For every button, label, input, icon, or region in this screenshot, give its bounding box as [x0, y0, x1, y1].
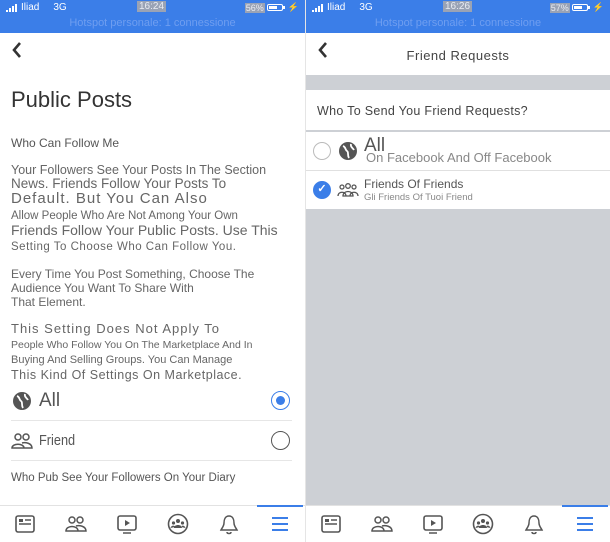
signal-icon	[6, 3, 17, 12]
tab-watch[interactable]	[408, 506, 458, 542]
friends-icon	[371, 516, 393, 532]
radio-unselected[interactable]	[271, 431, 290, 450]
clock: 16:26	[443, 1, 473, 12]
battery-icon	[266, 4, 285, 11]
network-type: 3G	[53, 2, 67, 13]
description-line: Audience You Want To Share With	[11, 281, 194, 295]
battery-info: 56% ⚡	[244, 2, 299, 13]
option-label: All	[39, 389, 61, 411]
carrier-name: Iliad	[327, 2, 346, 13]
battery-percent: 56%	[244, 2, 265, 13]
description-line: Your Followers See Your Posts In The Sec…	[11, 163, 267, 177]
tab-watch[interactable]	[102, 506, 152, 542]
tab-menu[interactable]	[255, 504, 305, 542]
option-all[interactable]: All	[11, 381, 292, 421]
friend-requests-screen: Iliad 3G 16:26 57% ⚡ Hotspot personale: …	[305, 0, 610, 542]
back-button[interactable]	[11, 41, 23, 63]
carrier-info: Iliad 3G	[6, 2, 67, 13]
bell-icon	[219, 515, 238, 535]
globe-icon	[337, 141, 359, 161]
description-line: Friends Follow Your Public Posts. Use Th…	[11, 222, 278, 238]
option-subtitle: Gli Friends Of Tuoi Friend	[364, 192, 473, 203]
option-title: Friends Of Friends	[364, 177, 464, 191]
tab-menu[interactable]	[560, 504, 610, 542]
video-icon	[422, 515, 443, 534]
description-line: This Setting Does Not Apply To	[11, 321, 220, 336]
radio-selected[interactable]	[271, 391, 290, 410]
nav-title: Friend Requests	[406, 48, 510, 63]
charging-icon: ⚡	[592, 2, 604, 12]
tab-notifications[interactable]	[204, 506, 254, 542]
carrier-name: Iliad	[21, 2, 40, 13]
description-line: Allow People Who Are Not Among Your Own	[11, 210, 238, 222]
bottom-tab-bar	[0, 504, 305, 542]
tab-friends[interactable]	[51, 506, 101, 542]
network-type: 3G	[359, 2, 373, 13]
groups-icon	[167, 513, 189, 535]
page-title: Public Posts	[11, 87, 133, 112]
globe-icon	[11, 391, 33, 411]
tab-notifications[interactable]	[509, 506, 559, 542]
bottom-tab-bar	[306, 504, 610, 542]
battery-info: 57% ⚡	[549, 2, 604, 13]
carrier-info: Iliad 3G	[312, 2, 373, 13]
description-line: People Who Follow You On The Marketplace…	[11, 339, 253, 351]
battery-percent: 57%	[549, 2, 570, 13]
nav-bar: Friend Requests	[306, 33, 610, 75]
status-bar: Iliad 3G 16:26 57% ⚡ Hotspot personale: …	[306, 0, 610, 33]
nav-bar	[0, 33, 305, 75]
battery-icon	[571, 4, 590, 11]
friends-group-icon	[337, 180, 359, 200]
hotspot-banner[interactable]: Hotspot personale: 1 connessione	[0, 17, 305, 29]
radio-unselected[interactable]	[313, 142, 331, 160]
option-all[interactable]: All On Facebook And Off Facebook	[306, 132, 610, 170]
tab-groups[interactable]	[458, 506, 508, 542]
clock: 16:24	[137, 1, 167, 12]
groups-icon	[472, 513, 494, 535]
tab-friends[interactable]	[357, 506, 407, 542]
hotspot-banner[interactable]: Hotspot personale: 1 connessione	[306, 17, 610, 29]
public-posts-screen: Iliad 3G 16:24 56% ⚡ Hotspot personale: …	[0, 0, 305, 542]
description-line: News. Friends Follow Your Posts To	[11, 176, 227, 191]
description-line: Setting To Choose Who Can Follow You.	[11, 241, 237, 253]
friends-icon	[65, 516, 87, 532]
signal-icon	[312, 3, 323, 12]
radio-selected-check-icon[interactable]: ✓	[313, 181, 331, 199]
bell-icon	[524, 515, 544, 535]
hamburger-menu-icon	[576, 517, 593, 531]
question-text: Who To Send You Friend Requests?	[317, 104, 528, 118]
friends-icon	[11, 432, 33, 450]
charging-icon: ⚡	[287, 2, 299, 12]
option-friends-of-friends[interactable]: ✓ Friends Of Friends Gli Friends Of Tuoi…	[306, 171, 610, 209]
option-friend[interactable]: Friend	[11, 421, 292, 461]
description-line: That Element.	[11, 295, 86, 309]
description-line: Default. But You Can Also	[11, 190, 208, 207]
news-feed-icon	[321, 515, 342, 533]
description-line: Buying And Selling Groups. You Can Manag…	[11, 354, 233, 366]
description-line: This Kind Of Settings On Marketplace.	[11, 368, 243, 382]
option-label: Friend	[39, 432, 76, 449]
section-label: Who Can Follow Me	[11, 136, 120, 150]
status-bar: Iliad 3G 16:24 56% ⚡ Hotspot personale: …	[0, 0, 305, 33]
video-icon	[117, 515, 137, 534]
tab-groups[interactable]	[153, 506, 203, 542]
hamburger-menu-icon	[271, 517, 288, 531]
option-subtitle: On Facebook And Off Facebook	[366, 150, 552, 165]
tab-news-feed[interactable]	[0, 506, 50, 542]
news-feed-icon	[15, 515, 36, 533]
tab-news-feed[interactable]	[306, 506, 356, 542]
description-line: Every Time You Post Something, Choose Th…	[11, 267, 255, 281]
chevron-left-icon	[12, 42, 21, 58]
diary-question: Who Pub See Your Followers On Your Diary	[11, 472, 236, 484]
